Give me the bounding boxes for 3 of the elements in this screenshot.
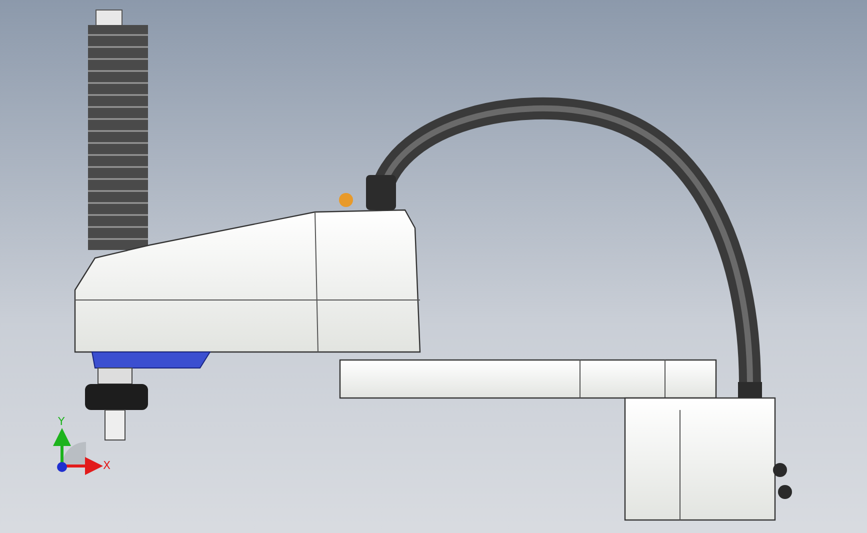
y-axis-label: Y: [58, 415, 65, 428]
x-axis-label: X: [103, 459, 111, 472]
axis-triad-icon: [53, 428, 103, 475]
